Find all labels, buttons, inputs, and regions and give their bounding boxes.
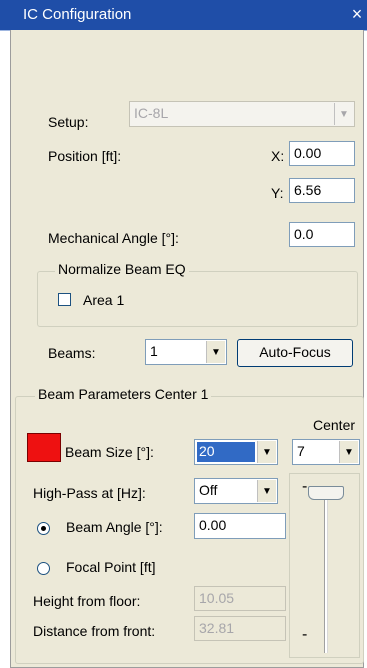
slider-bottom-mark: - <box>302 626 308 643</box>
position-x-label: X: <box>271 148 285 164</box>
beam-size-value: 20 <box>199 443 215 459</box>
chevron-down-icon: ▼ <box>206 341 225 363</box>
beams-value: 1 <box>150 343 158 359</box>
mechanical-angle-input[interactable]: 0.0 <box>289 222 355 247</box>
beams-label: Beams: <box>48 345 96 361</box>
focal-point-label: Focal Point [ft] <box>66 559 156 575</box>
title-bar[interactable]: IC Configuration × <box>0 0 367 31</box>
beam-params-group-label: Beam Parameters Center 1 <box>35 386 212 402</box>
beams-select[interactable]: 1 ▼ <box>145 339 227 365</box>
distance-label: Distance from front: <box>33 623 156 639</box>
position-y-input[interactable]: 6.56 <box>289 178 355 203</box>
dialog-body: Setup: IC-8L ▼ Position [ft]: X: 0.00 Y:… <box>10 30 364 668</box>
beam-angle-radio[interactable] <box>37 522 50 535</box>
chevron-down-icon: ▼ <box>257 441 276 463</box>
distance-input[interactable]: 32.81 <box>194 616 286 641</box>
height-input[interactable]: 10.05 <box>194 586 286 611</box>
height-label: Height from floor: <box>33 593 141 609</box>
setup-select[interactable]: IC-8L ▼ <box>129 101 355 127</box>
beam-size-label: Beam Size [°]: <box>65 444 154 460</box>
highpass-label: High-Pass at [Hz]: <box>33 485 146 501</box>
setup-label: Setup: <box>48 114 89 130</box>
slider-thumb[interactable] <box>308 486 344 500</box>
chevron-down-icon: ▼ <box>334 103 353 125</box>
highpass-select[interactable]: Off ▼ <box>194 478 278 504</box>
close-icon[interactable]: × <box>350 3 364 25</box>
beam-angle-label: Beam Angle [°]: <box>66 519 163 535</box>
slider-top-mark: - <box>302 478 308 495</box>
center-slider[interactable]: - - <box>289 473 360 658</box>
area-1-checkbox[interactable] <box>58 293 71 306</box>
center-select[interactable]: 7 ▼ <box>292 439 360 465</box>
position-label: Position [ft]: <box>48 148 122 164</box>
setup-value: IC-8L <box>134 105 169 121</box>
window-title: IC Configuration <box>23 6 132 23</box>
beam-angle-input[interactable]: 0.00 <box>194 513 286 539</box>
beam-size-select[interactable]: 20 ▼ <box>194 439 278 465</box>
highpass-value: Off <box>199 482 218 498</box>
slider-track <box>324 488 328 653</box>
beam-color-swatch[interactable] <box>27 433 61 462</box>
chevron-down-icon: ▼ <box>257 480 276 502</box>
area-1-label: Area 1 <box>83 292 125 308</box>
auto-focus-button[interactable]: Auto-Focus <box>237 339 353 367</box>
center-value: 7 <box>297 443 305 459</box>
mechanical-angle-label: Mechanical Angle [°]: <box>48 230 179 246</box>
center-label: Center <box>313 417 356 433</box>
position-y-label: Y: <box>271 185 284 201</box>
position-x-input[interactable]: 0.00 <box>289 141 355 166</box>
focal-point-radio[interactable] <box>37 562 50 575</box>
chevron-down-icon: ▼ <box>339 441 358 463</box>
normalize-group-label: Normalize Beam EQ <box>55 261 189 277</box>
